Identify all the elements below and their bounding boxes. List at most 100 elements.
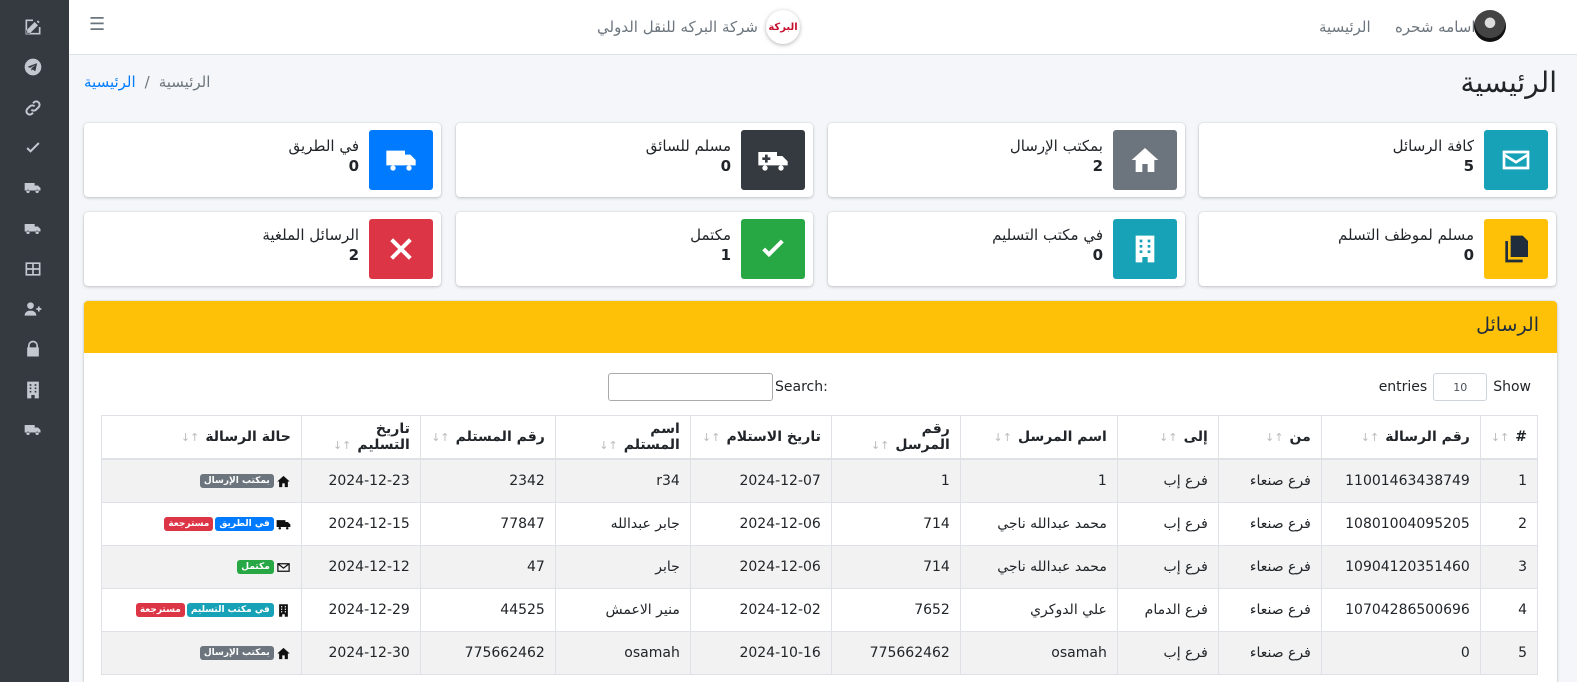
building-icon <box>1113 219 1177 279</box>
info-box-at-sending-office[interactable]: بمكتب الإرسال 2 <box>828 123 1185 197</box>
table-icon[interactable] <box>21 257 45 281</box>
table-row[interactable]: 1 11001463438749 فرع صنعاء فرع إب 1 1 2024-12-… <box>101 458 1539 503</box>
table-cell-status: بمكتب الإرسال <box>101 631 302 675</box>
status-badge: مسترجعة <box>164 517 214 531</box>
table-row[interactable]: 3 10904120351460 فرع صنعاء فرع إب محمد عبدال… <box>101 545 1539 589</box>
info-box-value: 0 <box>720 157 731 175</box>
table-search: Search: <box>608 373 828 401</box>
table-cell-from: فرع صنعاء <box>1217 631 1322 675</box>
table-cell-recv-date: 2024-10-16 <box>689 631 832 675</box>
table-cell-receiver-no: 47 <box>419 545 556 589</box>
info-box-cancelled[interactable]: الرسائل الملغية 2 <box>84 212 441 286</box>
info-box-delivered-to-receiver-staff[interactable]: مسلم لموظف التسلم 0 <box>1199 212 1556 286</box>
breadcrumb-link[interactable]: الرئيسية <box>84 73 136 91</box>
column-header[interactable]: رقم الرسالة↑↓ <box>1320 415 1481 460</box>
table-row[interactable]: 4 10704286500696 فرع صنعاء فرع الدمام علي ال… <box>101 588 1539 632</box>
check-icon <box>741 219 805 279</box>
times-icon <box>369 219 433 279</box>
telegram-icon[interactable] <box>21 55 45 79</box>
column-header[interactable]: تاريخ التسليم↑↓ <box>300 415 421 460</box>
info-box-label: بمكتب الإرسال <box>1009 137 1103 155</box>
home-icon <box>276 646 291 661</box>
table-cell-msg: 11001463438749 <box>1320 458 1481 503</box>
table-cell-n: 5 <box>1479 631 1539 675</box>
link-icon[interactable] <box>21 96 45 120</box>
column-header[interactable]: تاريخ الاستلام↑↓ <box>689 415 832 460</box>
table-cell-n: 2 <box>1479 502 1539 546</box>
table-cell-n: 1 <box>1479 458 1539 503</box>
info-box-all-messages[interactable]: كافة الرسائل 5 <box>1199 123 1556 197</box>
table-cell-sender: محمد عبدالله ناجي <box>959 502 1118 546</box>
column-header[interactable]: إلى↑↓ <box>1116 415 1219 460</box>
table-cell-sender-no: 714 <box>830 502 961 546</box>
table-cell-sender-no: 1 <box>830 458 961 503</box>
info-box-label: الرسائل الملغية <box>262 226 359 244</box>
table-cell-receiver: r34 <box>554 458 691 503</box>
info-box-on-the-way[interactable]: في الطريق 0 <box>84 123 441 197</box>
status-badge: بمكتب الإرسال <box>199 474 274 488</box>
truck-icon <box>369 130 433 190</box>
info-box-label: في الطريق <box>288 137 359 155</box>
table-cell-recv-date: 2024-12-07 <box>689 458 832 503</box>
table-cell-receiver-no: 77847 <box>419 502 556 546</box>
home-icon <box>276 474 291 489</box>
info-box-label: مسلم لموظف التسلم <box>1338 226 1474 244</box>
info-box-value: 2 <box>348 246 359 264</box>
column-header[interactable]: من↑↓ <box>1217 415 1322 460</box>
avatar[interactable] <box>1474 10 1506 42</box>
building-icon[interactable] <box>21 378 45 402</box>
table-cell-receiver: جابر عبدالله <box>554 502 691 546</box>
info-box-completed[interactable]: مكتمل 1 <box>456 212 813 286</box>
building-icon <box>276 603 291 618</box>
envelope-icon <box>276 560 291 575</box>
messages-table: #↑↓ رقم الرسالة↑↓ من↑↓ إلى↑↓ اسم المرسل↑… <box>101 415 1539 675</box>
info-box-at-delivery-office[interactable]: في مكتب التسليم 0 <box>828 212 1185 286</box>
truck-icon[interactable] <box>21 418 45 442</box>
column-header[interactable]: رقم المستلم↑↓ <box>419 415 556 460</box>
table-cell-receiver: منير الاعمش <box>554 588 691 632</box>
entries-length-control: Show 10 entries <box>1379 373 1531 401</box>
ambulance-icon <box>741 130 805 190</box>
table-cell-status: مكتمل <box>101 545 302 589</box>
card-header: الرسائل <box>84 301 1557 353</box>
check-icon[interactable] <box>21 136 45 160</box>
column-header[interactable]: حالة الرسالة↑↓ <box>101 415 302 460</box>
table-cell-recv-date: 2024-12-06 <box>689 502 832 546</box>
table-cell-msg: 10801004095205 <box>1320 502 1481 546</box>
table-cell-deliv-date: 2024-12-15 <box>300 502 421 546</box>
menu-toggle-icon[interactable]: ☰ <box>89 14 105 35</box>
column-header[interactable]: #↑↓ <box>1479 415 1539 460</box>
info-box-label: مسلم للسائق <box>645 137 731 155</box>
table-cell-recv-date: 2024-12-06 <box>689 545 832 589</box>
table-row[interactable]: 5 0 فرع صنعاء فرع إب osamah 775662462 2024-10-… <box>101 631 1539 675</box>
truck-icon[interactable] <box>21 176 45 200</box>
brand[interactable]: شركة البركه للنقل الدولي البركة <box>597 8 800 46</box>
column-header[interactable]: اسم المرسل↑↓ <box>959 415 1118 460</box>
info-box-label: مكتمل <box>690 226 731 244</box>
top-navbar: ☰ شركة البركه للنقل الدولي البركة الرئيس… <box>69 0 1577 55</box>
table-row[interactable]: 2 10801004095205 فرع صنعاء فرع إب محمد عبدال… <box>101 502 1539 546</box>
nav-home-link[interactable]: الرئيسية <box>1319 18 1371 36</box>
edit-icon[interactable] <box>21 15 45 39</box>
nav-user-name[interactable]: اسامه شحره <box>1395 18 1476 36</box>
entries-select[interactable]: 10 <box>1433 373 1488 401</box>
messages-card: الرسائل Show 10 entries Search: #↑↓ رقم … <box>84 301 1557 682</box>
info-box-label: في مكتب التسليم <box>992 226 1103 244</box>
info-box-delivered-to-driver[interactable]: مسلم للسائق 0 <box>456 123 813 197</box>
truck-moving-icon[interactable] <box>21 217 45 241</box>
table-cell-sender: osamah <box>959 631 1118 675</box>
table-cell-from: فرع صنعاء <box>1217 458 1322 503</box>
table-cell-from: فرع صنعاء <box>1217 588 1322 632</box>
table-cell-sender: علي الدوكري <box>959 588 1118 632</box>
table-header-row: #↑↓ رقم الرسالة↑↓ من↑↓ إلى↑↓ اسم المرسل↑… <box>101 415 1539 460</box>
column-header[interactable]: رقم المرسل↑↓ <box>830 415 961 460</box>
info-box-label: كافة الرسائل <box>1392 137 1474 155</box>
table-cell-msg: 0 <box>1320 631 1481 675</box>
status-badge: بمكتب الإرسال <box>199 646 274 660</box>
page-title: الرئيسية <box>1460 66 1557 99</box>
lock-icon[interactable] <box>21 337 45 361</box>
column-header[interactable]: اسم المستلم↑↓ <box>554 415 691 460</box>
info-box-value: 2 <box>1092 157 1103 175</box>
user-plus-icon[interactable] <box>21 297 45 321</box>
search-input[interactable] <box>608 373 773 401</box>
